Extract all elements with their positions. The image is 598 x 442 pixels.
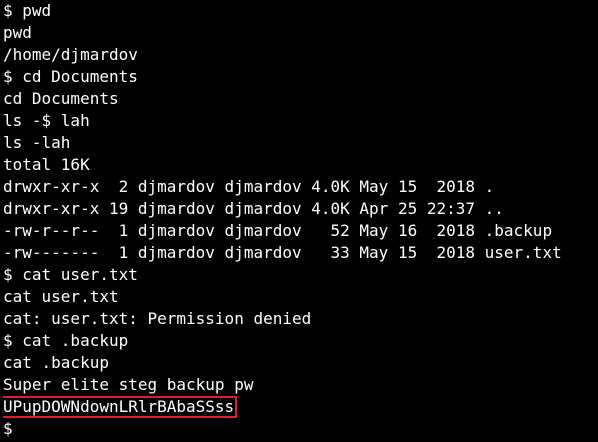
terminal-line-output-path: /home/djmardov <box>3 45 138 64</box>
terminal-line-prompt-cd: $ cd Documents <box>3 67 138 86</box>
terminal-line-prompt-ls: ls -$ lah <box>3 111 90 130</box>
terminal-line-ls-total: total 16K <box>3 155 90 174</box>
terminal-line-echo-pwd: pwd <box>3 23 32 42</box>
terminal-line-echo-ls: ls -lah <box>3 133 71 152</box>
terminal-line-echo-cat-backup: cat .backup <box>3 353 109 372</box>
terminal-line-ls-entry-current: drwxr-xr-x 2 djmardov djmardov 4.0K May … <box>3 177 495 196</box>
terminal-line-prompt-cat-backup: $ cat .backup <box>3 331 129 350</box>
terminal-line-ls-entry-user-txt: -rw------- 1 djmardov djmardov 33 May 15… <box>3 243 562 262</box>
terminal-line-prompt-pwd: $ pwd <box>3 1 52 20</box>
terminal-line-ls-entry-backup: -rw-r--r-- 1 djmardov djmardov 52 May 16… <box>3 221 553 240</box>
terminal-line-current-prompt[interactable]: $ <box>3 418 598 440</box>
terminal-line-backup-content: Super elite steg backup pw <box>3 375 254 394</box>
terminal-line-prompt-cat-user: $ cat user.txt <box>3 265 138 284</box>
terminal-line-echo-cat-user: cat user.txt <box>3 287 119 306</box>
terminal-line-ls-entry-parent: drwxr-xr-x 19 djmardov djmardov 4.0K Apr… <box>3 199 504 218</box>
terminal-window[interactable]: $ pwd pwd /home/djmardov $ cd Documents … <box>0 0 598 442</box>
password-highlight-box: UPupDOWNdownLRlrBAbaSSss <box>3 396 238 418</box>
terminal-line-permission-denied: cat: user.txt: Permission denied <box>3 309 312 328</box>
terminal-line-echo-cd: cd Documents <box>3 89 119 108</box>
terminal-line-password-row: UPupDOWNdownLRlrBAbaSSss <box>3 396 598 418</box>
